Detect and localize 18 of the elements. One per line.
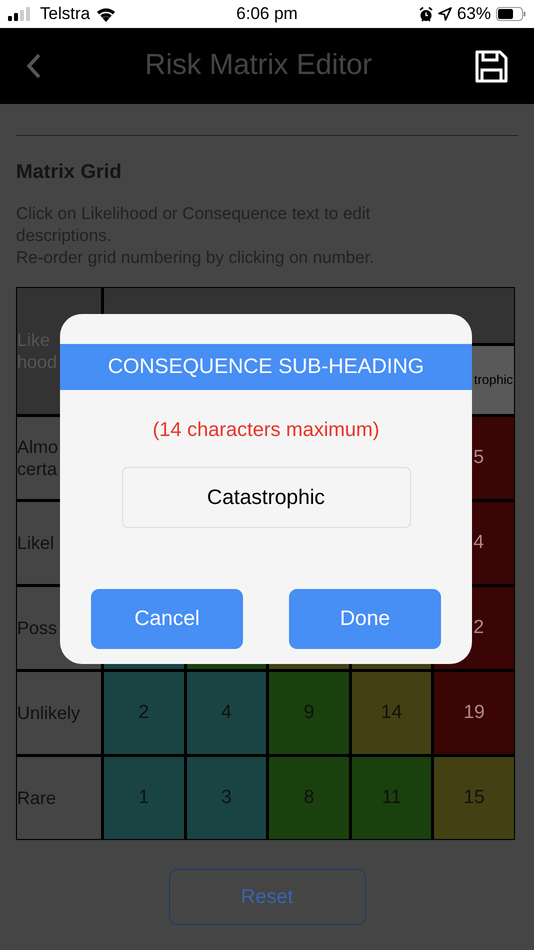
save-icon[interactable] — [474, 50, 508, 82]
dialog-button[interactable]: Done — [289, 589, 441, 649]
text-field[interactable]: Catastrophic — [122, 467, 410, 528]
wifi-icon — [95, 6, 118, 22]
reset-button[interactable]: Reset — [168, 869, 366, 925]
status-time: 6:06 pm — [235, 3, 299, 26]
back-icon[interactable] — [26, 53, 42, 79]
dialog-title: CONSEQUENCE SUB-HEADING — [60, 344, 472, 390]
column-heading[interactable]: trophic — [474, 370, 513, 390]
page-title: Risk Matrix Editor — [144, 48, 372, 84]
battery-percent: 63% — [456, 3, 491, 26]
matrix-cell[interactable]: 19 — [434, 672, 514, 754]
dialog-button[interactable]: Cancel — [91, 589, 243, 649]
carrier-name: Telstra — [40, 3, 90, 26]
location-arrow-icon — [438, 7, 452, 21]
alarm-icon — [418, 6, 433, 22]
battery-icon — [496, 7, 526, 21]
hint-text: (14 characters maximum) — [152, 418, 380, 443]
